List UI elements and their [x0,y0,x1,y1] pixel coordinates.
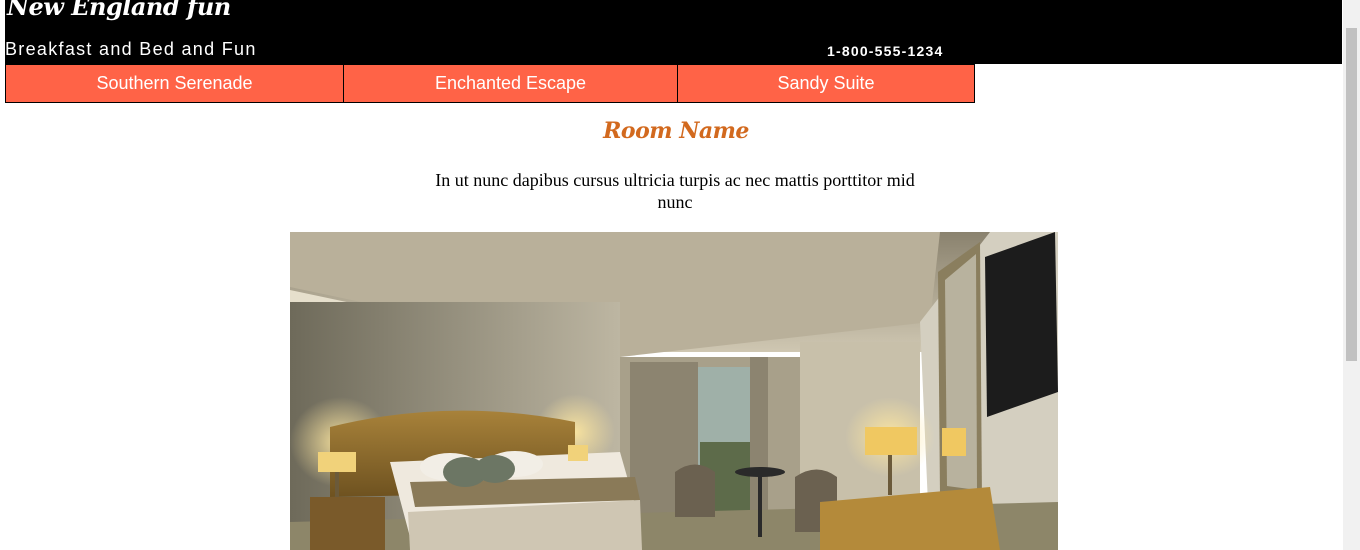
phone-number: 1-800-555-1234 [827,43,944,59]
room-nav: Southern Serenade Enchanted Escape Sandy… [5,64,975,103]
nav-item-enchanted-escape[interactable]: Enchanted Escape [344,64,678,103]
vertical-scrollbar[interactable] [1343,0,1360,550]
nav-item-sandy-suite[interactable]: Sandy Suite [678,64,975,103]
nav-item-southern-serenade[interactable]: Southern Serenade [5,64,344,103]
room-photo [290,232,1058,550]
scrollbar-thumb[interactable] [1346,28,1357,361]
brand-logo[interactable]: New England fun [7,0,231,21]
room-description: In ut nunc dapibus cursus ultricia turpi… [435,170,915,212]
room-name-heading: Room Name [603,118,749,144]
site-header: New England fun Breakfast and Bed and Fu… [5,0,1342,64]
tagline: Breakfast and Bed and Fun [5,39,257,59]
